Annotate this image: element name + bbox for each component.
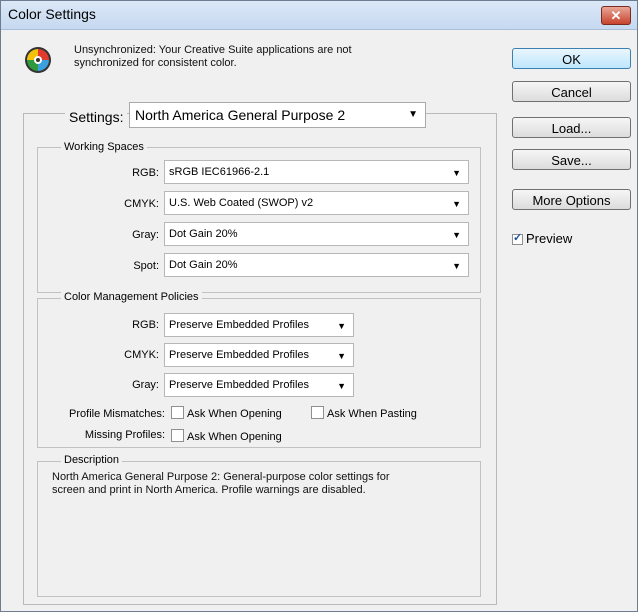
ws-rgb-label: RGB: bbox=[132, 167, 159, 179]
policy-cmyk-dropdown[interactable]: Preserve Embedded Profiles ▼ bbox=[164, 343, 354, 367]
sync-message-line2: synchronized for consistent color. bbox=[74, 57, 237, 69]
working-spaces-title: Working Spaces bbox=[61, 141, 147, 153]
ws-rgb-dropdown[interactable]: sRGB IEC61966-2.1 ▼ bbox=[164, 160, 469, 184]
ws-gray-label: Gray: bbox=[132, 229, 159, 241]
description-line1: North America General Purpose 2: General… bbox=[52, 471, 390, 483]
ws-rgb-value: sRGB IEC61966-2.1 bbox=[169, 166, 270, 178]
settings-label: Settings: bbox=[65, 109, 128, 125]
close-button[interactable]: ✕ bbox=[601, 6, 631, 25]
ws-spot-dropdown[interactable]: Dot Gain 20% ▼ bbox=[164, 253, 469, 277]
ok-button[interactable]: OK bbox=[512, 48, 631, 69]
missing-opening-checkbox[interactable] bbox=[171, 429, 184, 442]
settings-dropdown[interactable]: North America General Purpose 2 ▼ bbox=[129, 102, 426, 128]
chevron-down-icon: ▼ bbox=[337, 381, 346, 391]
policy-cmyk-value: Preserve Embedded Profiles bbox=[169, 349, 310, 361]
color-policies-title: Color Management Policies bbox=[61, 291, 202, 303]
more-options-button[interactable]: More Options bbox=[512, 189, 631, 210]
ws-cmyk-value: U.S. Web Coated (SWOP) v2 bbox=[169, 197, 314, 209]
policy-gray-dropdown[interactable]: Preserve Embedded Profiles ▼ bbox=[164, 373, 354, 397]
preview-checkbox[interactable] bbox=[512, 231, 523, 245]
ws-spot-value: Dot Gain 20% bbox=[169, 259, 238, 271]
ws-gray-dropdown[interactable]: Dot Gain 20% ▼ bbox=[164, 222, 469, 246]
mismatch-opening-checkbox[interactable] bbox=[171, 406, 184, 419]
title-bar[interactable]: Color Settings ✕ bbox=[1, 1, 637, 30]
policy-rgb-value: Preserve Embedded Profiles bbox=[169, 319, 310, 331]
sync-warning-text: Unsynchronized: Your Creative Suite appl… bbox=[74, 44, 374, 70]
mismatch-opening-option[interactable]: Ask When Opening bbox=[171, 406, 282, 420]
chevron-down-icon: ▼ bbox=[452, 168, 461, 178]
policy-rgb-dropdown[interactable]: Preserve Embedded Profiles ▼ bbox=[164, 313, 354, 337]
color-wheel-icon bbox=[25, 47, 51, 73]
color-settings-dialog: Color Settings ✕ Unsynchronized: Your Cr… bbox=[0, 0, 638, 612]
missing-opening-label: Ask When Opening bbox=[187, 431, 282, 443]
policy-gray-label: Gray: bbox=[132, 379, 159, 391]
chevron-down-icon: ▼ bbox=[452, 261, 461, 271]
description-text: North America General Purpose 2: General… bbox=[52, 471, 472, 497]
ws-cmyk-label: CMYK: bbox=[124, 198, 159, 210]
mismatch-pasting-label: Ask When Pasting bbox=[327, 408, 417, 420]
chevron-down-icon: ▼ bbox=[337, 351, 346, 361]
save-button[interactable]: Save... bbox=[512, 149, 631, 170]
preview-label: Preview bbox=[526, 231, 573, 246]
settings-value: North America General Purpose 2 bbox=[135, 107, 346, 123]
policy-cmyk-label: CMYK: bbox=[124, 349, 159, 361]
load-button[interactable]: Load... bbox=[512, 117, 631, 138]
close-icon: ✕ bbox=[610, 8, 622, 23]
chevron-down-icon: ▼ bbox=[452, 199, 461, 209]
mismatch-opening-label: Ask When Opening bbox=[187, 408, 282, 420]
policy-rgb-label: RGB: bbox=[132, 319, 159, 331]
missing-profiles-label: Missing Profiles: bbox=[84, 429, 165, 441]
profile-mismatches-label: Profile Mismatches: bbox=[69, 408, 165, 420]
dialog-title: Color Settings bbox=[8, 6, 96, 22]
mismatch-pasting-checkbox[interactable] bbox=[311, 406, 324, 419]
policy-gray-value: Preserve Embedded Profiles bbox=[169, 379, 310, 391]
ws-spot-label: Spot: bbox=[133, 260, 159, 272]
sync-message-line1: Unsynchronized: Your Creative Suite appl… bbox=[74, 44, 352, 56]
missing-opening-option[interactable]: Ask When Opening bbox=[171, 429, 282, 443]
chevron-down-icon: ▼ bbox=[452, 230, 461, 240]
mismatch-pasting-option[interactable]: Ask When Pasting bbox=[311, 406, 417, 420]
chevron-down-icon: ▼ bbox=[337, 321, 346, 331]
chevron-down-icon: ▼ bbox=[408, 109, 418, 120]
ws-gray-value: Dot Gain 20% bbox=[169, 228, 238, 240]
description-line2: screen and print in North America. Profi… bbox=[52, 484, 366, 496]
preview-toggle[interactable]: Preview bbox=[512, 231, 572, 246]
description-title: Description bbox=[61, 454, 123, 466]
cancel-button[interactable]: Cancel bbox=[512, 81, 631, 102]
ws-cmyk-dropdown[interactable]: U.S. Web Coated (SWOP) v2 ▼ bbox=[164, 191, 469, 215]
